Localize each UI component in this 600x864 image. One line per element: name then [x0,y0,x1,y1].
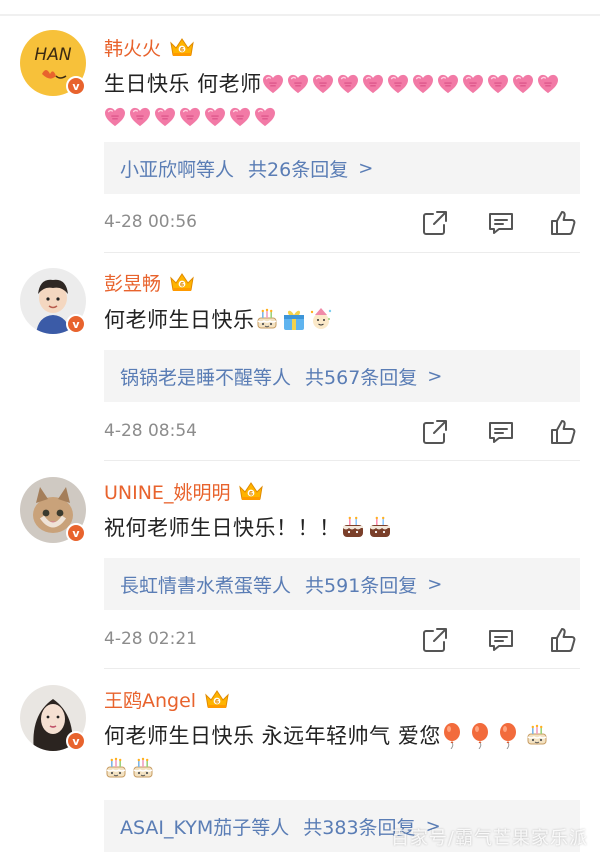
heart-emoji-icon [254,107,276,127]
reply-names: ASAI_KYM茄子等人 [120,816,290,839]
cake-emoji-icon [525,724,549,746]
comment-text-body: 祝何老师生日快乐！！！ [104,516,341,540]
heart-emoji-icon [512,74,534,94]
comment-icon[interactable] [486,208,516,238]
verified-badge-icon: v [66,314,86,334]
cake-emoji-icon [255,308,279,330]
comment-icon[interactable] [486,417,516,447]
replies-link[interactable]: 小亚欣啊等人 共26条回复 > [104,142,580,194]
cake-emoji-icon [131,757,155,779]
reply-count: 共591条回复 [305,574,418,597]
heart-emoji-icon [437,74,459,94]
heart-emoji-icon [204,107,226,127]
heart-emoji-icon [412,74,434,94]
avatar-text: HAN [34,45,71,65]
chevron-right-icon: > [358,157,374,179]
reply-count: 共567条回复 [305,366,418,389]
reply-names: 小亚欣啊等人 [120,158,235,181]
avatar[interactable]: v [20,477,86,543]
heart-emoji-icon [229,107,251,127]
chocolate-cake-emoji-icon [341,516,365,538]
crown-icon [238,480,264,502]
divider [104,460,580,461]
reply-names: 锅锅老是睡不醒等人 [120,366,292,389]
comment-text: 祝何老师生日快乐！！！ [104,512,574,545]
username[interactable]: 韩火火 [104,34,161,61]
watermark: 百家号/霸气芒果家乐派 [390,828,588,849]
share-icon[interactable] [420,417,450,447]
balloon-emoji-icon [441,723,463,749]
reply-names: 長虹情書水煮蛋等人 [120,574,292,597]
top-divider [0,14,600,16]
comment-text: 生日快乐 何老师 [104,68,574,134]
verified-badge-icon: v [66,76,86,96]
heart-emoji-icon [362,74,384,94]
heart-emoji-icon [104,107,126,127]
comment-text-body: 生日快乐 何老师 [104,72,262,96]
chevron-right-icon: > [427,573,443,595]
username[interactable]: 王鸥Angel [104,686,196,713]
heart-emoji-icon [387,74,409,94]
comment-text: 何老师生日快乐 [104,304,574,337]
replies-link[interactable]: 長虹情書水煮蛋等人 共591条回复 > [104,558,580,610]
heart-emoji-icon [487,74,509,94]
replies-link[interactable]: 锅锅老是睡不醒等人 共567条回复 > [104,350,580,402]
balloon-emoji-icon [469,723,491,749]
divider [104,252,580,253]
comment-text-body: 何老师生日快乐 永远年轻帅气 爱您 [104,724,441,748]
verified-badge-icon: v [66,523,86,543]
heart-emoji-icon [462,74,484,94]
share-icon[interactable] [420,625,450,655]
timestamp: 4-28 08:54 [104,421,197,441]
crown-icon [204,688,230,710]
divider [104,668,580,669]
crown-icon [169,36,195,58]
comment-text: 何老师生日快乐 永远年轻帅气 爱您 [104,720,574,786]
heart-emoji-icon [179,107,201,127]
heart-emoji-icon [287,74,309,94]
gift-emoji-icon [282,307,306,331]
crown-icon [169,271,195,293]
comment-icon[interactable] [486,625,516,655]
thumbs-up-icon[interactable] [548,417,578,447]
timestamp: 4-28 00:56 [104,212,197,232]
username[interactable]: UNINE_姚明明 [104,478,230,505]
comment-text-body: 何老师生日快乐 [104,308,255,332]
reply-count: 共26条回复 [248,158,349,181]
chevron-right-icon: > [427,365,443,387]
username[interactable]: 彭昱畅 [104,269,161,296]
avatar[interactable]: v [20,268,86,334]
share-icon[interactable] [420,208,450,238]
heart-emoji-icon [129,107,151,127]
heart-emoji-icon [537,74,559,94]
heart-emoji-icon [262,74,284,94]
verified-badge-icon: v [66,731,86,751]
heart-emoji-icon [154,107,176,127]
thumbs-up-icon[interactable] [548,208,578,238]
avatar[interactable]: v [20,685,86,751]
timestamp: 4-28 02:21 [104,629,197,649]
chocolate-cake-emoji-icon [368,516,392,538]
cake-emoji-icon [104,757,128,779]
party-emoji-icon [309,307,333,331]
heart-emoji-icon [337,74,359,94]
avatar[interactable]: HAN v [20,30,86,96]
heart-emoji-icon [312,74,334,94]
balloon-emoji-icon [497,723,519,749]
thumbs-up-icon[interactable] [548,625,578,655]
